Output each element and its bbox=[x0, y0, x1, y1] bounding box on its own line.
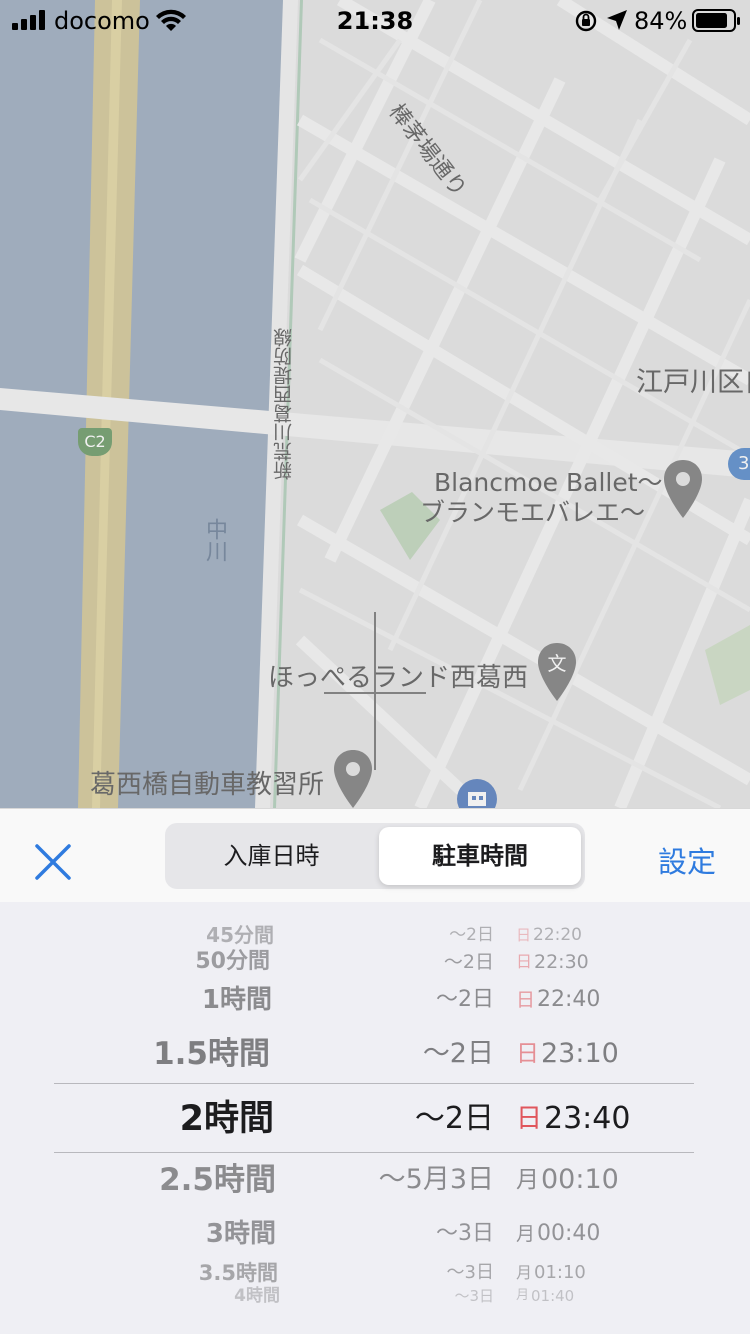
svg-text:文: 文 bbox=[547, 653, 566, 675]
map-label-river: 中川 bbox=[202, 518, 227, 562]
picker-weekday: 日 bbox=[516, 989, 536, 1011]
picker-duration: 1時間 bbox=[201, 985, 272, 1015]
map-label-driving-school[interactable]: 葛西橋自動車教習所 bbox=[90, 764, 324, 801]
picker-end-day: 〜2日 bbox=[449, 925, 494, 945]
picker-duration: 2時間 bbox=[179, 1099, 274, 1139]
picker-row[interactable]: 1.5時間 〜2日日 23:10 bbox=[0, 1032, 750, 1076]
map-label-embankment: 新荒川葛西堤防線 bbox=[273, 328, 295, 480]
picker-row[interactable]: 45分間 〜2日 日 22:20 bbox=[0, 924, 750, 946]
map-label-ballet-2[interactable]: ブランモエバレエ〜 bbox=[420, 493, 645, 529]
picker-end-time: 22:30 bbox=[534, 951, 589, 973]
picker-row[interactable]: 3時間 〜3日月 00:40 bbox=[0, 1216, 750, 1252]
picker-end-time: 00:10 bbox=[541, 1164, 619, 1195]
set-button[interactable]: 設定 bbox=[658, 839, 716, 881]
battery-icon bbox=[692, 9, 740, 32]
picker-weekday: 月 bbox=[516, 1288, 530, 1303]
close-button[interactable] bbox=[30, 839, 76, 885]
segment-entry-datetime[interactable]: 入庫日時 bbox=[169, 827, 374, 885]
battery-percent: 84% bbox=[634, 7, 688, 35]
picker-row[interactable]: 1時間 〜2日日 22:40 bbox=[0, 982, 750, 1018]
orientation-lock-icon bbox=[575, 10, 597, 32]
route-badge-label: C2 bbox=[84, 432, 106, 451]
map-label-school[interactable]: ほっぺるランド西葛西 bbox=[268, 657, 528, 694]
picker-row[interactable]: 2.5時間 〜5月3日月 00:10 bbox=[0, 1158, 750, 1202]
location-arrow-icon bbox=[607, 10, 627, 30]
picker-weekday: 月 bbox=[516, 1223, 536, 1245]
picker-end-day: 〜3日 bbox=[436, 1221, 494, 1246]
picker-row[interactable]: 50分間 〜2日 日 22:30 bbox=[0, 950, 750, 974]
route-badge-c2: C2 bbox=[78, 428, 112, 456]
picker-end-day: 〜2日 bbox=[422, 1038, 494, 1069]
location-pin-icon bbox=[664, 460, 702, 518]
picker-end-day: 〜2日 bbox=[443, 951, 494, 973]
picker-row[interactable]: 4時間 〜3日 月 01:40 bbox=[0, 1286, 750, 1306]
picker-duration: 45分間 bbox=[206, 923, 274, 947]
picker-end-day: 〜3日 bbox=[446, 1262, 494, 1283]
picker-end-time: 01:10 bbox=[534, 1262, 586, 1283]
picker-weekday: 月 bbox=[516, 1167, 539, 1193]
picker-selection-top-line bbox=[54, 1083, 694, 1084]
picker-end-time: 23:10 bbox=[541, 1038, 619, 1069]
segment-parking-duration[interactable]: 駐車時間 bbox=[379, 827, 581, 885]
route-badge-edge-label: 3 bbox=[738, 453, 750, 474]
mode-segmented-control: 入庫日時 駐車時間 bbox=[165, 823, 585, 889]
picker-end-day: 〜2日 bbox=[414, 1101, 494, 1136]
picker-weekday: 日 bbox=[516, 926, 532, 944]
picker-end-time: 01:40 bbox=[531, 1287, 575, 1305]
picker-end-time: 22:40 bbox=[537, 987, 601, 1012]
picker-end-time: 23:40 bbox=[544, 1101, 631, 1136]
close-icon bbox=[35, 844, 71, 880]
picker-row-selected[interactable]: 2時間 〜2日日 23:40 bbox=[0, 1094, 750, 1144]
status-bar: docomo 21:38 84% bbox=[0, 0, 750, 40]
picker-duration: 4時間 bbox=[234, 1286, 280, 1306]
picker-toolbar: 入庫日時 駐車時間 設定 bbox=[0, 808, 750, 903]
picker-duration: 1.5時間 bbox=[153, 1036, 270, 1072]
picker-weekday: 日 bbox=[516, 1041, 539, 1067]
picker-end-day: 〜5月3日 bbox=[378, 1164, 494, 1195]
map-view[interactable]: 棒茅場通り 江戸川区自 Blancmoe Ballet〜 ブランモエバレエ〜 ほ… bbox=[0, 0, 750, 808]
picker-selection-bottom-line bbox=[54, 1152, 694, 1153]
picker-duration: 50分間 bbox=[195, 949, 270, 974]
school-pin-icon: 文 bbox=[538, 643, 576, 701]
picker-weekday: 月 bbox=[516, 1263, 533, 1282]
picker-row[interactable]: 3.5時間 〜3日 月 01:10 bbox=[0, 1260, 750, 1286]
picker-duration: 3.5時間 bbox=[198, 1261, 278, 1285]
picker-duration: 2.5時間 bbox=[159, 1162, 276, 1198]
picker-end-time: 00:40 bbox=[537, 1221, 601, 1246]
map-label-district: 江戸川区自 bbox=[636, 367, 750, 398]
picker-weekday: 日 bbox=[516, 952, 533, 971]
duration-picker[interactable]: 45分間 〜2日日 22:20 50分間 〜2日日 22:30 1時間 〜2日日 22:40 1.… bbox=[0, 902, 750, 1334]
location-pin-icon bbox=[334, 750, 372, 808]
picker-end-day: 〜3日 bbox=[454, 1287, 494, 1305]
picker-end-time: 22:20 bbox=[533, 925, 582, 945]
building-pin-icon bbox=[457, 779, 497, 808]
picker-duration: 3時間 bbox=[205, 1219, 276, 1249]
picker-weekday: 日 bbox=[516, 1104, 543, 1134]
picker-end-day: 〜2日 bbox=[436, 987, 494, 1012]
